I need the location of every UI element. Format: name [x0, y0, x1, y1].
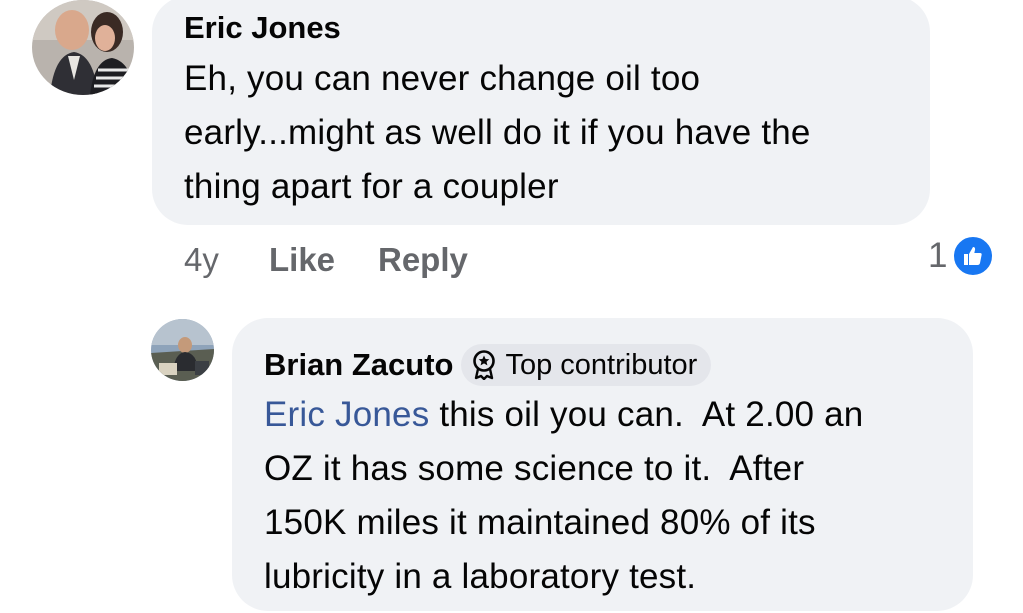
reply-bubble-brian-zacuto: Brian Zacuto Top contributor Eric Jones … — [232, 318, 973, 611]
avatar-eric-jones[interactable] — [32, 0, 134, 95]
award-ribbon-icon — [473, 350, 496, 380]
reaction-summary[interactable]: 1 — [928, 234, 996, 278]
comment-text-line-3: thing apart for a coupler — [184, 167, 559, 206]
reply-text: Eric Jones this oil you can. At 2.00 an … — [264, 388, 941, 604]
reply-button[interactable]: Reply — [378, 240, 468, 280]
reply-text-line-2: OZ it has some science to it. After — [264, 449, 805, 488]
comment-timestamp[interactable]: 4y — [184, 240, 219, 280]
thumbs-up-icon — [951, 234, 996, 278]
brian-zacuto-photo — [151, 319, 214, 381]
comment-text-line-1: Eh, you can never change oil too — [184, 59, 701, 98]
reply-text-line-1: Eric Jones this oil you can. At 2.00 an — [264, 388, 941, 442]
reaction-count: 1 — [928, 236, 948, 275]
like-button[interactable]: Like — [269, 240, 335, 280]
reply-text-line-1-rest: this oil you can. At 2.00 an — [429, 395, 864, 434]
reply-author-name[interactable]: Brian Zacuto — [264, 347, 453, 383]
comment-text: Eh, you can never change oil too early..… — [184, 52, 898, 214]
comment-text-line-2: early...might as well do it if you have … — [184, 113, 811, 152]
eric-jones-photo — [32, 0, 134, 95]
comment-bubble-eric-jones: Eric Jones Eh, you can never change oil … — [152, 0, 930, 225]
mention-eric-jones[interactable]: Eric Jones — [264, 395, 429, 434]
avatar-brian-zacuto[interactable] — [151, 319, 214, 381]
badge-label: Top contributor — [505, 348, 698, 381]
comment-actions: 4y Like Reply — [184, 240, 684, 280]
reply-text-line-3: 150K miles it maintained 80% of its — [264, 503, 816, 542]
top-contributor-badge[interactable]: Top contributor — [461, 344, 712, 386]
reply-header: Brian Zacuto Top contributor — [264, 344, 941, 386]
comment-author-name[interactable]: Eric Jones — [184, 10, 898, 46]
reply-text-line-4: lubricity in a laboratory test. — [264, 557, 697, 596]
